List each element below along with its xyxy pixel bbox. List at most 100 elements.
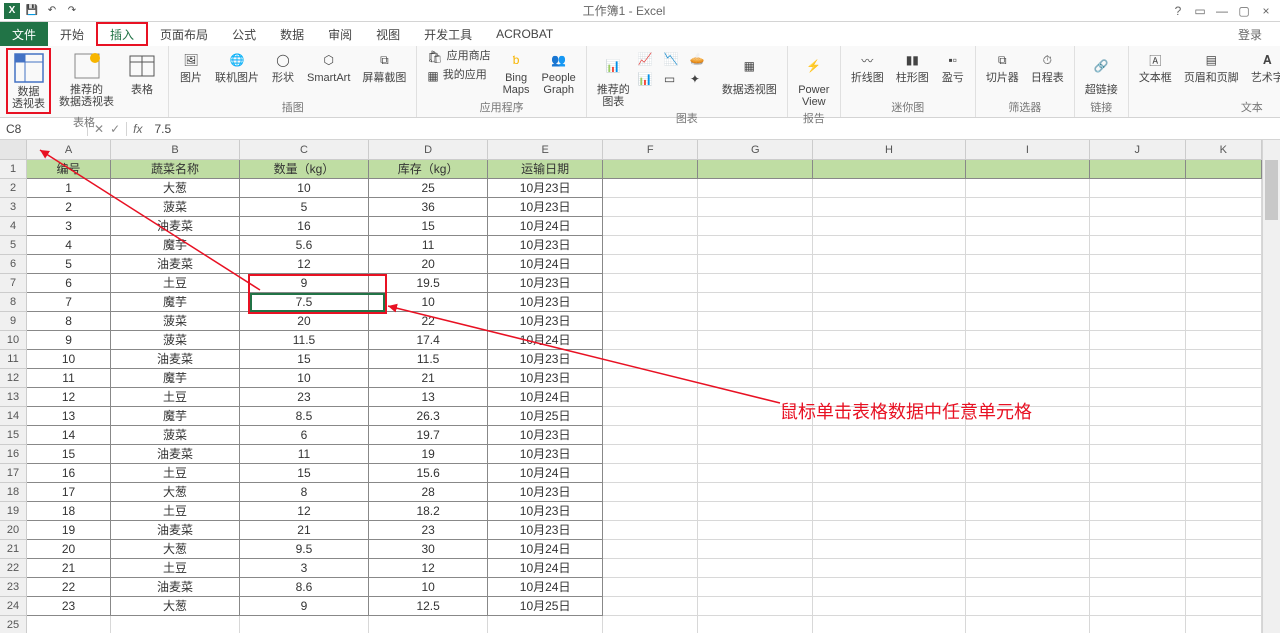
cell[interactable]: 17.4 — [369, 331, 488, 350]
cell[interactable] — [1186, 274, 1262, 293]
cell[interactable] — [1186, 369, 1262, 388]
name-box[interactable]: C8 — [0, 122, 88, 136]
column-header[interactable]: B — [111, 140, 240, 159]
cell[interactable] — [603, 464, 699, 483]
cell[interactable]: 数量（kg） — [240, 160, 369, 179]
cell[interactable] — [813, 236, 966, 255]
chart-type-icon[interactable]: 🥧 — [690, 52, 714, 70]
row-header[interactable]: 21 — [0, 540, 26, 559]
cell[interactable]: 21 — [27, 559, 111, 578]
cell[interactable] — [966, 426, 1090, 445]
cell[interactable] — [1090, 616, 1186, 633]
cell[interactable] — [1090, 274, 1186, 293]
cell[interactable] — [1186, 293, 1262, 312]
row-header[interactable]: 16 — [0, 445, 26, 464]
wordart-button[interactable]: 𝐀艺术字 — [1247, 48, 1280, 86]
recommended-charts-button[interactable]: 📊推荐的 图表 — [593, 48, 634, 110]
cell[interactable]: 11.5 — [369, 350, 488, 369]
cell[interactable] — [1090, 483, 1186, 502]
chart-type-icon[interactable]: 📉 — [664, 52, 688, 70]
cell[interactable]: 大葱 — [111, 179, 240, 198]
cell[interactable] — [698, 426, 813, 445]
cell[interactable] — [1090, 217, 1186, 236]
cell[interactable] — [966, 445, 1090, 464]
cell[interactable]: 6 — [240, 426, 369, 445]
cell[interactable] — [813, 331, 966, 350]
cell[interactable] — [698, 331, 813, 350]
table-button[interactable]: 表格 — [122, 48, 162, 98]
column-header[interactable]: I — [966, 140, 1090, 159]
cell[interactable]: 大葱 — [111, 540, 240, 559]
cell[interactable] — [1186, 578, 1262, 597]
cell[interactable]: 菠菜 — [111, 198, 240, 217]
cell[interactable] — [1186, 540, 1262, 559]
cell[interactable] — [698, 616, 813, 633]
cell[interactable]: 菠菜 — [111, 312, 240, 331]
cell[interactable]: 魔芋 — [111, 407, 240, 426]
row-header[interactable]: 3 — [0, 198, 26, 217]
cell[interactable] — [1186, 160, 1262, 179]
cell[interactable]: 10月23日 — [488, 369, 603, 388]
cell[interactable] — [488, 616, 603, 633]
cell[interactable]: 5 — [240, 198, 369, 217]
cell[interactable]: 20 — [240, 312, 369, 331]
cell[interactable]: 12 — [369, 559, 488, 578]
ribbon-options-icon[interactable]: ▭ — [1190, 4, 1210, 18]
cell[interactable]: 10月23日 — [488, 274, 603, 293]
cell[interactable] — [813, 578, 966, 597]
confirm-formula-icon[interactable]: ✓ — [110, 122, 120, 136]
cell[interactable] — [1090, 559, 1186, 578]
cell[interactable]: 10月23日 — [488, 236, 603, 255]
tab-review[interactable]: 审阅 — [316, 22, 364, 46]
cell[interactable]: 大葱 — [111, 483, 240, 502]
cell[interactable] — [698, 293, 813, 312]
slicer-button[interactable]: ⧉切片器 — [982, 48, 1023, 86]
cell[interactable] — [698, 597, 813, 616]
cell[interactable]: 15 — [240, 350, 369, 369]
cell[interactable] — [813, 407, 966, 426]
cell[interactable] — [1090, 179, 1186, 198]
cell[interactable] — [698, 502, 813, 521]
cell[interactable] — [966, 483, 1090, 502]
cell[interactable] — [813, 369, 966, 388]
cell[interactable]: 26.3 — [369, 407, 488, 426]
cell[interactable]: 11 — [240, 445, 369, 464]
cell[interactable] — [966, 521, 1090, 540]
cell[interactable]: 16 — [27, 464, 111, 483]
cancel-formula-icon[interactable]: ✕ — [94, 122, 104, 136]
cell[interactable] — [813, 217, 966, 236]
cell[interactable] — [1090, 597, 1186, 616]
cell[interactable]: 20 — [27, 540, 111, 559]
cell[interactable]: 油麦菜 — [111, 350, 240, 369]
help-icon[interactable]: ? — [1168, 4, 1188, 18]
cell[interactable]: 10 — [27, 350, 111, 369]
cell[interactable] — [603, 521, 699, 540]
cell[interactable] — [1186, 445, 1262, 464]
cell[interactable]: 10月24日 — [488, 578, 603, 597]
cell[interactable]: 20 — [369, 255, 488, 274]
cell[interactable]: 土豆 — [111, 464, 240, 483]
cell[interactable]: 土豆 — [111, 274, 240, 293]
cell[interactable] — [603, 559, 699, 578]
cell[interactable] — [1090, 350, 1186, 369]
cell[interactable] — [1090, 255, 1186, 274]
cell[interactable]: 12 — [240, 502, 369, 521]
cell[interactable] — [1186, 350, 1262, 369]
cell[interactable]: 17 — [27, 483, 111, 502]
cell[interactable]: 4 — [27, 236, 111, 255]
cell[interactable] — [966, 388, 1090, 407]
online-picture-button[interactable]: 🌐联机图片 — [211, 48, 263, 86]
cell[interactable]: 16 — [240, 217, 369, 236]
cell[interactable] — [603, 597, 699, 616]
cell[interactable] — [813, 540, 966, 559]
cell[interactable] — [1186, 217, 1262, 236]
cell[interactable]: 12.5 — [369, 597, 488, 616]
cell[interactable]: 11 — [27, 369, 111, 388]
cell[interactable] — [813, 179, 966, 198]
cell[interactable] — [1090, 540, 1186, 559]
cell[interactable] — [1186, 179, 1262, 198]
cell[interactable] — [698, 445, 813, 464]
cell[interactable]: 19 — [27, 521, 111, 540]
cell[interactable]: 土豆 — [111, 502, 240, 521]
cell[interactable]: 油麦菜 — [111, 217, 240, 236]
